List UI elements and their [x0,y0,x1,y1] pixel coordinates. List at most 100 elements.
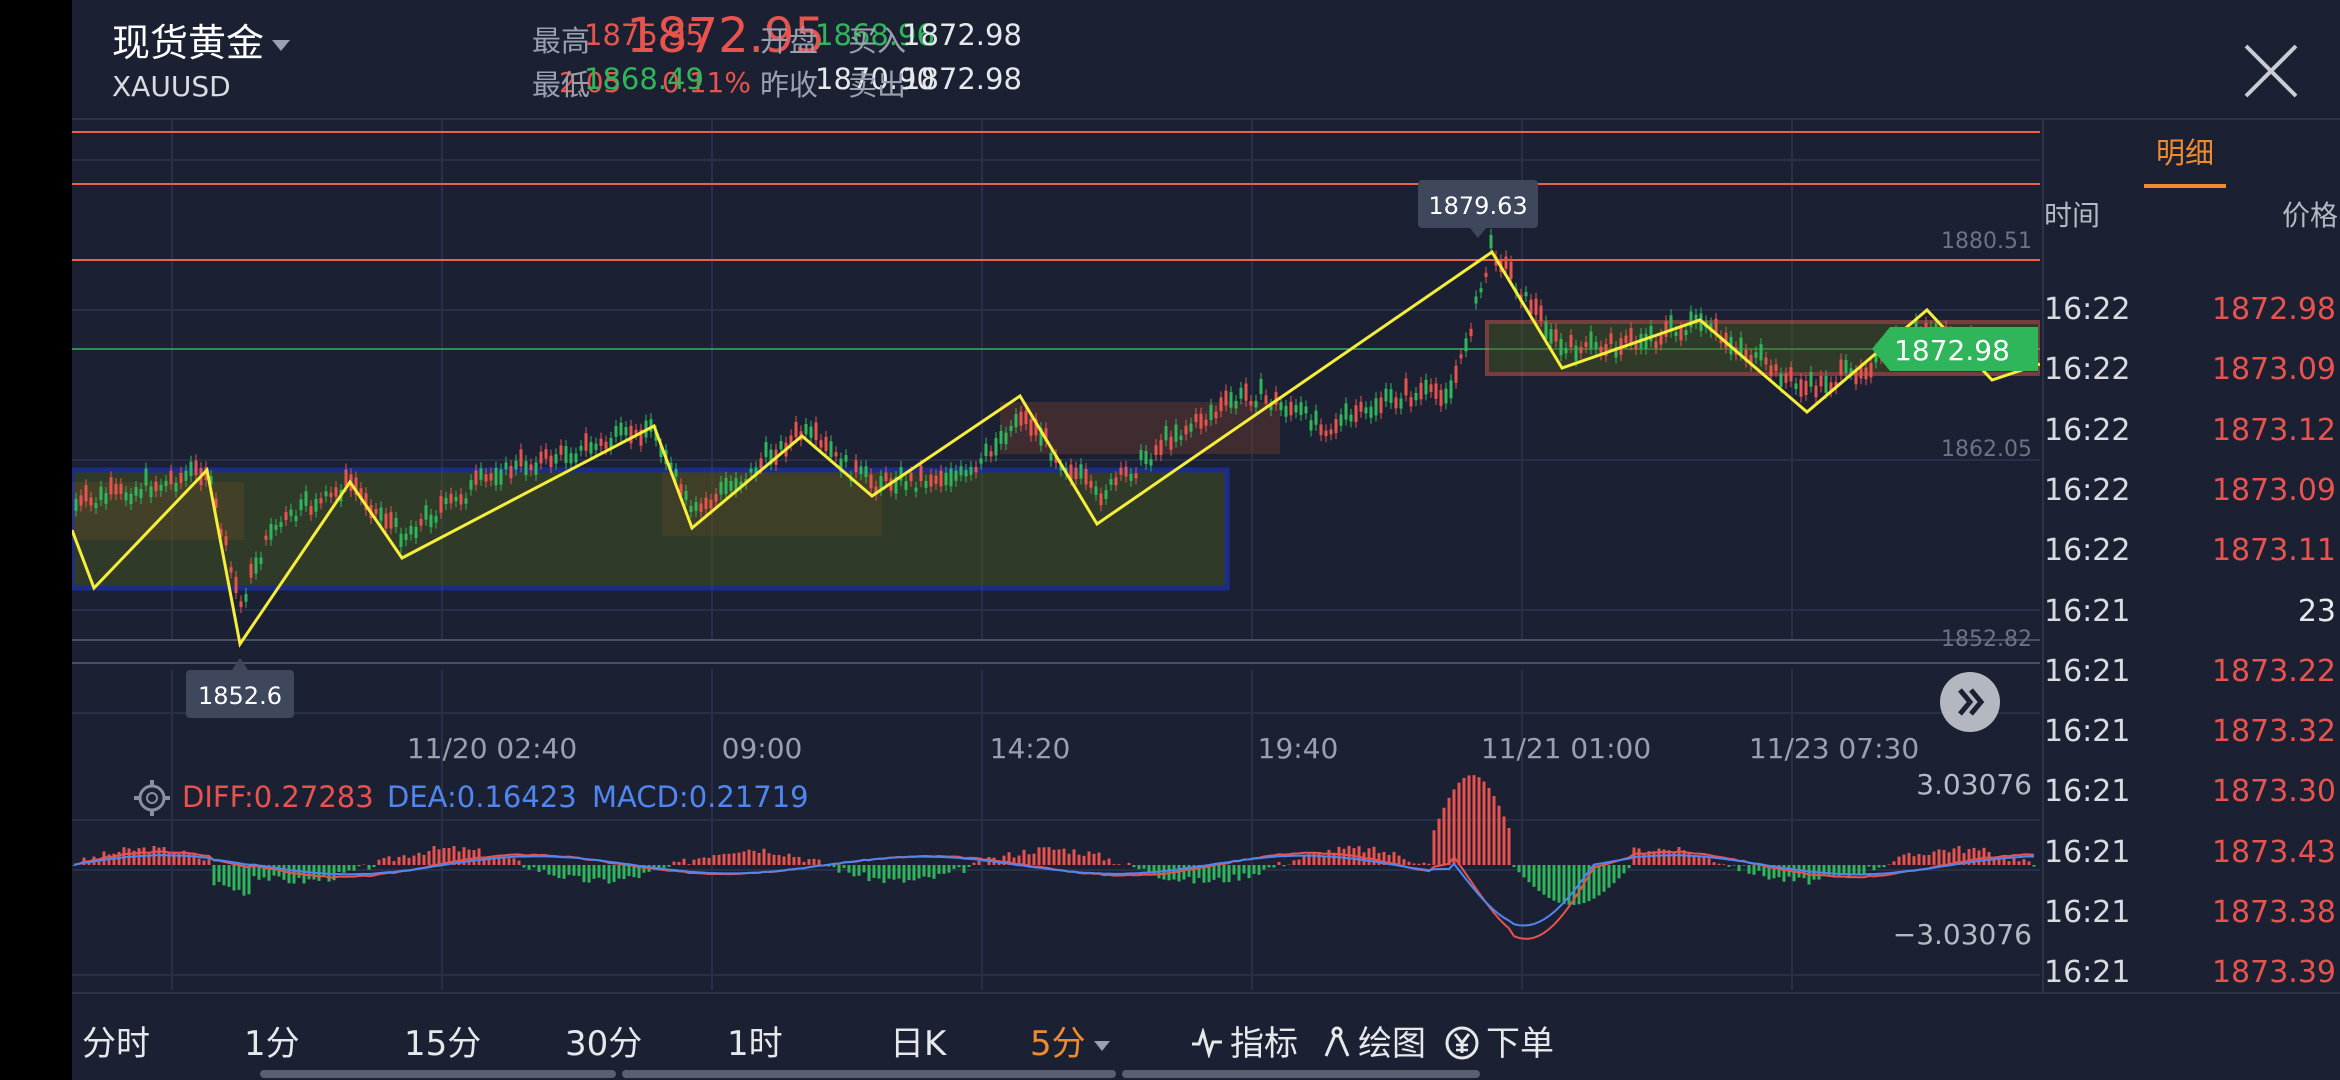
candle-body [1559,338,1563,356]
candle-body [84,485,88,502]
scrollbar-segment[interactable] [622,1070,1116,1078]
macd-bar [692,859,696,865]
instrument-selector[interactable]: 现货黄金 [112,12,291,67]
candle-body [544,449,548,459]
candle-body [779,441,783,450]
tab-timeshare[interactable]: 分时 [82,1016,150,1065]
candle-body [104,493,108,504]
macd-bar [422,854,426,865]
candle-body [319,498,323,504]
candle-body [949,468,953,487]
order-button[interactable]: 下单 [1444,1016,1554,1065]
candle-body [939,470,943,487]
candle-body [1154,445,1158,455]
tab-daily[interactable]: 日K [890,1016,946,1065]
candle-body [709,499,713,509]
candle-body [1079,464,1083,479]
macd-bar [1272,865,1276,868]
quote-value-high: 1875.95 [584,18,704,52]
macd-bar [952,865,956,870]
candle-body [1229,392,1233,408]
trade-row: 16:22 1873.11 [2044,523,2340,583]
candle-body [859,466,863,475]
candle-body [294,515,298,522]
candle-body [1419,382,1423,400]
candle-body [1594,341,1598,349]
trade-row: 16:21 1873.43 [2044,825,2340,885]
macd-bar [767,853,771,865]
candle-body [1864,367,1868,380]
candle-body [699,503,703,512]
trade-row: 16:21 1873.22 [2044,644,2340,704]
tab-15min[interactable]: 15分 [404,1016,481,1065]
candle-body [309,506,313,515]
macd-bar [1267,865,1271,868]
candle-body [1509,261,1513,280]
quote-label-prev-close: 昨收 [760,68,819,102]
macd-bar [1452,789,1456,865]
indicator-button[interactable]: 指标 [1190,1016,1298,1065]
scrollbar-segment[interactable] [260,1070,616,1078]
macd-bar [1562,865,1566,905]
instrument-symbol: XAUUSD [112,70,231,103]
candle-body [1414,393,1418,401]
macd-bar [1842,865,1846,874]
macd-bar [392,861,396,865]
chart-area[interactable]: 1880.51 1862.05 1852.82 11/20 02:40 09:0… [72,120,2042,990]
draw-button[interactable]: 绘图 [1322,1016,1426,1065]
candle-body [1384,388,1388,402]
macd-bar [2027,861,2031,865]
candle-body [1084,468,1088,485]
candle-body [1304,406,1308,414]
macd-bar [1132,865,1136,868]
candle-body [629,425,633,444]
order-label: 下单 [1486,1024,1554,1064]
candle-body [1074,467,1078,480]
macd-bar [612,865,616,883]
close-icon[interactable] [2242,42,2300,100]
macd-bar [552,865,556,876]
candle-body [89,497,93,506]
kline-chart[interactable]: 1880.51 1862.05 1852.82 11/20 02:40 09:0… [72,120,2042,990]
candle-body [1404,378,1408,396]
macd-bar [342,865,346,873]
candle-body [534,462,538,475]
macd-bar [802,861,806,865]
macd-bar [322,865,326,877]
candle-body [804,424,808,435]
candle-body [994,438,998,456]
candle-body [549,455,553,468]
support-box[interactable] [72,467,1230,591]
macd-bar [1237,865,1241,881]
scrollbar-segment[interactable] [1122,1070,1480,1078]
candle-body [1534,298,1538,315]
macd-bar [512,858,516,865]
macd-bar [1527,865,1531,883]
macd-bar [1737,865,1741,872]
candle-body [1624,335,1628,343]
candle-body [1424,379,1428,395]
candle-body [1609,333,1613,345]
macd-bar [1247,865,1251,879]
tab-1min[interactable]: 1分 [244,1016,300,1065]
candle-body [824,436,828,451]
scroll-to-latest-button[interactable] [1940,672,2000,732]
tab-30min[interactable]: 30分 [565,1016,642,1065]
candle-body [1234,400,1238,409]
macd-bar [1092,853,1096,865]
tab-5min[interactable]: 5分 [1030,1016,1110,1065]
macd-bar [1932,851,1936,865]
macd-bar [242,865,246,896]
candle-body [1294,405,1298,413]
candle-body [274,525,278,530]
macd-bar [227,865,231,887]
candle-body [809,426,813,438]
candle-body [1009,426,1013,431]
candle-body [434,516,438,523]
macd-bar [1177,865,1181,882]
bottom-toolbar: 分时 1分 15分 30分 1时 日K 5分 指标 绘图 下单 [72,992,2340,1080]
gear-icon[interactable] [134,780,170,816]
trade-time: 16:22 [2044,412,2131,448]
tab-1hour[interactable]: 1时 [727,1016,783,1065]
tab-detail[interactable]: 明细 [2144,130,2226,188]
